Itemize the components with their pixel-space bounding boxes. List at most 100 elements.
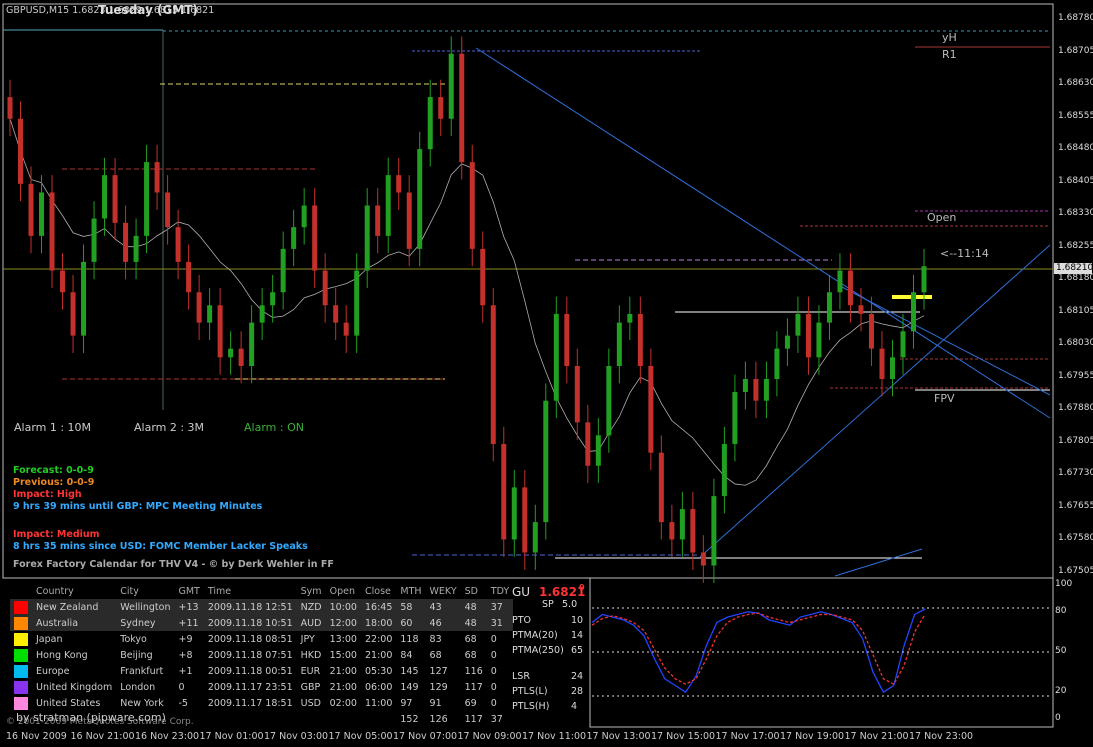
cell-mth: 149 xyxy=(400,681,419,693)
candle-body xyxy=(627,313,633,323)
alarm-1: Alarm 1 : 10M xyxy=(14,421,92,434)
y-tick-label: 1.68480 xyxy=(1058,143,1093,154)
cell-time: 2009.11.17 18:51 xyxy=(207,697,293,709)
y-tick-label: 1.68630 xyxy=(1058,78,1093,89)
candle-body xyxy=(270,292,276,306)
x-tick-label: 17 Nov 05:00 xyxy=(328,731,393,742)
osc-y-tick-label: 0 xyxy=(1055,713,1061,723)
x-tick-label: 17 Nov 21:00 xyxy=(844,731,909,742)
table-header-cell: City xyxy=(120,585,139,597)
indicator-panel: GU 1.6821 0 SP 5.0 PTO 10 PTMA(20) 14 PTMA(2… xyxy=(507,580,587,725)
y-tick-label: 1.67655 xyxy=(1058,500,1093,511)
cell-time: 2009.11.18 00:51 xyxy=(207,665,293,677)
table-header-cell: GMT xyxy=(178,585,200,597)
candle-body xyxy=(459,53,465,163)
candle-body xyxy=(343,322,349,336)
y-tick-label: 1.68105 xyxy=(1058,305,1093,316)
cell-country: United States xyxy=(36,697,101,709)
y-tick-label: 1.67505 xyxy=(1058,566,1093,576)
cell-country: Europe xyxy=(36,665,70,677)
sp-value: 5.0 xyxy=(562,599,578,610)
cell-city: Sydney xyxy=(120,617,156,629)
osc-series-line xyxy=(591,608,926,694)
candle-body xyxy=(144,162,150,236)
total-weky: 126 xyxy=(429,713,448,725)
y-tick-label: 1.67805 xyxy=(1058,435,1093,446)
candle-body xyxy=(879,348,885,379)
oscillator xyxy=(591,608,926,694)
gu-label: GU xyxy=(512,585,531,599)
candle-body xyxy=(921,266,927,293)
y-tick-label: 1.67880 xyxy=(1058,403,1093,414)
cell-time: 2009.11.18 07:51 xyxy=(207,649,293,661)
candle-body xyxy=(553,313,559,401)
table-row: United Kingdom London 0 2009.11.17 23:51 GBP… xyxy=(10,679,513,695)
x-tick-label: 17 Nov 09:00 xyxy=(457,731,522,742)
candle-body xyxy=(417,149,423,249)
cell-mth: 118 xyxy=(400,633,419,645)
news-event-2: 8 hrs 35 mins since USD: FOMC Member Lac… xyxy=(13,541,308,552)
cell-weky: 129 xyxy=(429,681,448,693)
cell-city: Wellington xyxy=(120,601,171,613)
cell-sd: 68 xyxy=(464,633,477,645)
candle-body xyxy=(385,175,391,236)
candle-body xyxy=(91,218,97,262)
chart-window: { "symbol_header": "GBPUSD,M15 1.6823 1.… xyxy=(0,0,1093,747)
total-mth: 152 xyxy=(400,713,419,725)
cell-open: 21:00 xyxy=(329,665,357,677)
indicator-value: 14 xyxy=(571,630,584,641)
cell-close: 21:00 xyxy=(364,649,393,661)
blank-cell xyxy=(297,711,326,727)
candle-body xyxy=(28,183,34,236)
news-forecast: Forecast: 0-0-9 xyxy=(13,465,94,476)
news-event-1: 9 hrs 39 mins until GBP: MPC Meeting Min… xyxy=(13,501,263,512)
candle-body xyxy=(396,175,402,193)
cell-mth: 145 xyxy=(400,665,419,677)
r1-label: R1 xyxy=(942,48,957,61)
candle-body xyxy=(669,522,675,540)
candle-body xyxy=(805,313,811,358)
cell-open: 02:00 xyxy=(329,697,357,709)
candle-body xyxy=(448,53,454,119)
open-label: Open xyxy=(927,211,957,224)
candle-body xyxy=(910,292,916,332)
news-previous: Previous: 0-0-9 xyxy=(13,477,95,488)
countdown-label: <--11:14 xyxy=(940,247,989,260)
table-header-cell: Close xyxy=(364,585,391,597)
y-tick-label: 1.67955 xyxy=(1058,370,1093,381)
candle-body xyxy=(60,270,66,293)
candle-body xyxy=(238,348,244,366)
candle-body xyxy=(648,365,654,453)
y-tick-label: 1.68330 xyxy=(1058,208,1093,219)
candle-body xyxy=(700,552,706,566)
candle-body xyxy=(280,248,286,293)
osc-y-tick-label: 100 xyxy=(1055,579,1073,589)
cell-gmt: +13 xyxy=(178,601,199,613)
trendline-down xyxy=(475,47,1051,419)
author-credit: by stratman (pipware.com) xyxy=(16,711,166,724)
candle-body xyxy=(774,348,780,379)
table-header-cell: Country xyxy=(36,585,74,597)
cell-open: 21:00 xyxy=(329,681,357,693)
x-tick-label: 16 Nov 23:00 xyxy=(135,731,200,742)
indicator-label: PTMA(20) xyxy=(512,630,558,641)
candle-body xyxy=(732,392,738,445)
x-tick-label: 17 Nov 03:00 xyxy=(264,731,329,742)
candle-body xyxy=(543,400,549,523)
candle-body xyxy=(511,487,517,540)
y-tick-label: 1.68405 xyxy=(1058,175,1093,186)
candle-body xyxy=(858,305,864,314)
table-header: Country City GMT Time Sym Open Close MTH WEKY SD T… xyxy=(10,583,513,599)
candle-body xyxy=(427,97,433,150)
y-tick-label: 1.67580 xyxy=(1058,533,1093,544)
indicator-label: PTMA(250) xyxy=(512,645,564,656)
region-color-swatch xyxy=(14,696,28,710)
indicator-label: PTO xyxy=(512,615,532,626)
region-color-swatch xyxy=(14,632,28,646)
candle-body xyxy=(658,452,664,523)
swatch-cell xyxy=(10,695,32,711)
y-tick-label: 1.68030 xyxy=(1058,338,1093,349)
cell-country: Japan xyxy=(36,633,63,645)
candle-body xyxy=(564,313,570,366)
candle-body xyxy=(123,222,129,262)
